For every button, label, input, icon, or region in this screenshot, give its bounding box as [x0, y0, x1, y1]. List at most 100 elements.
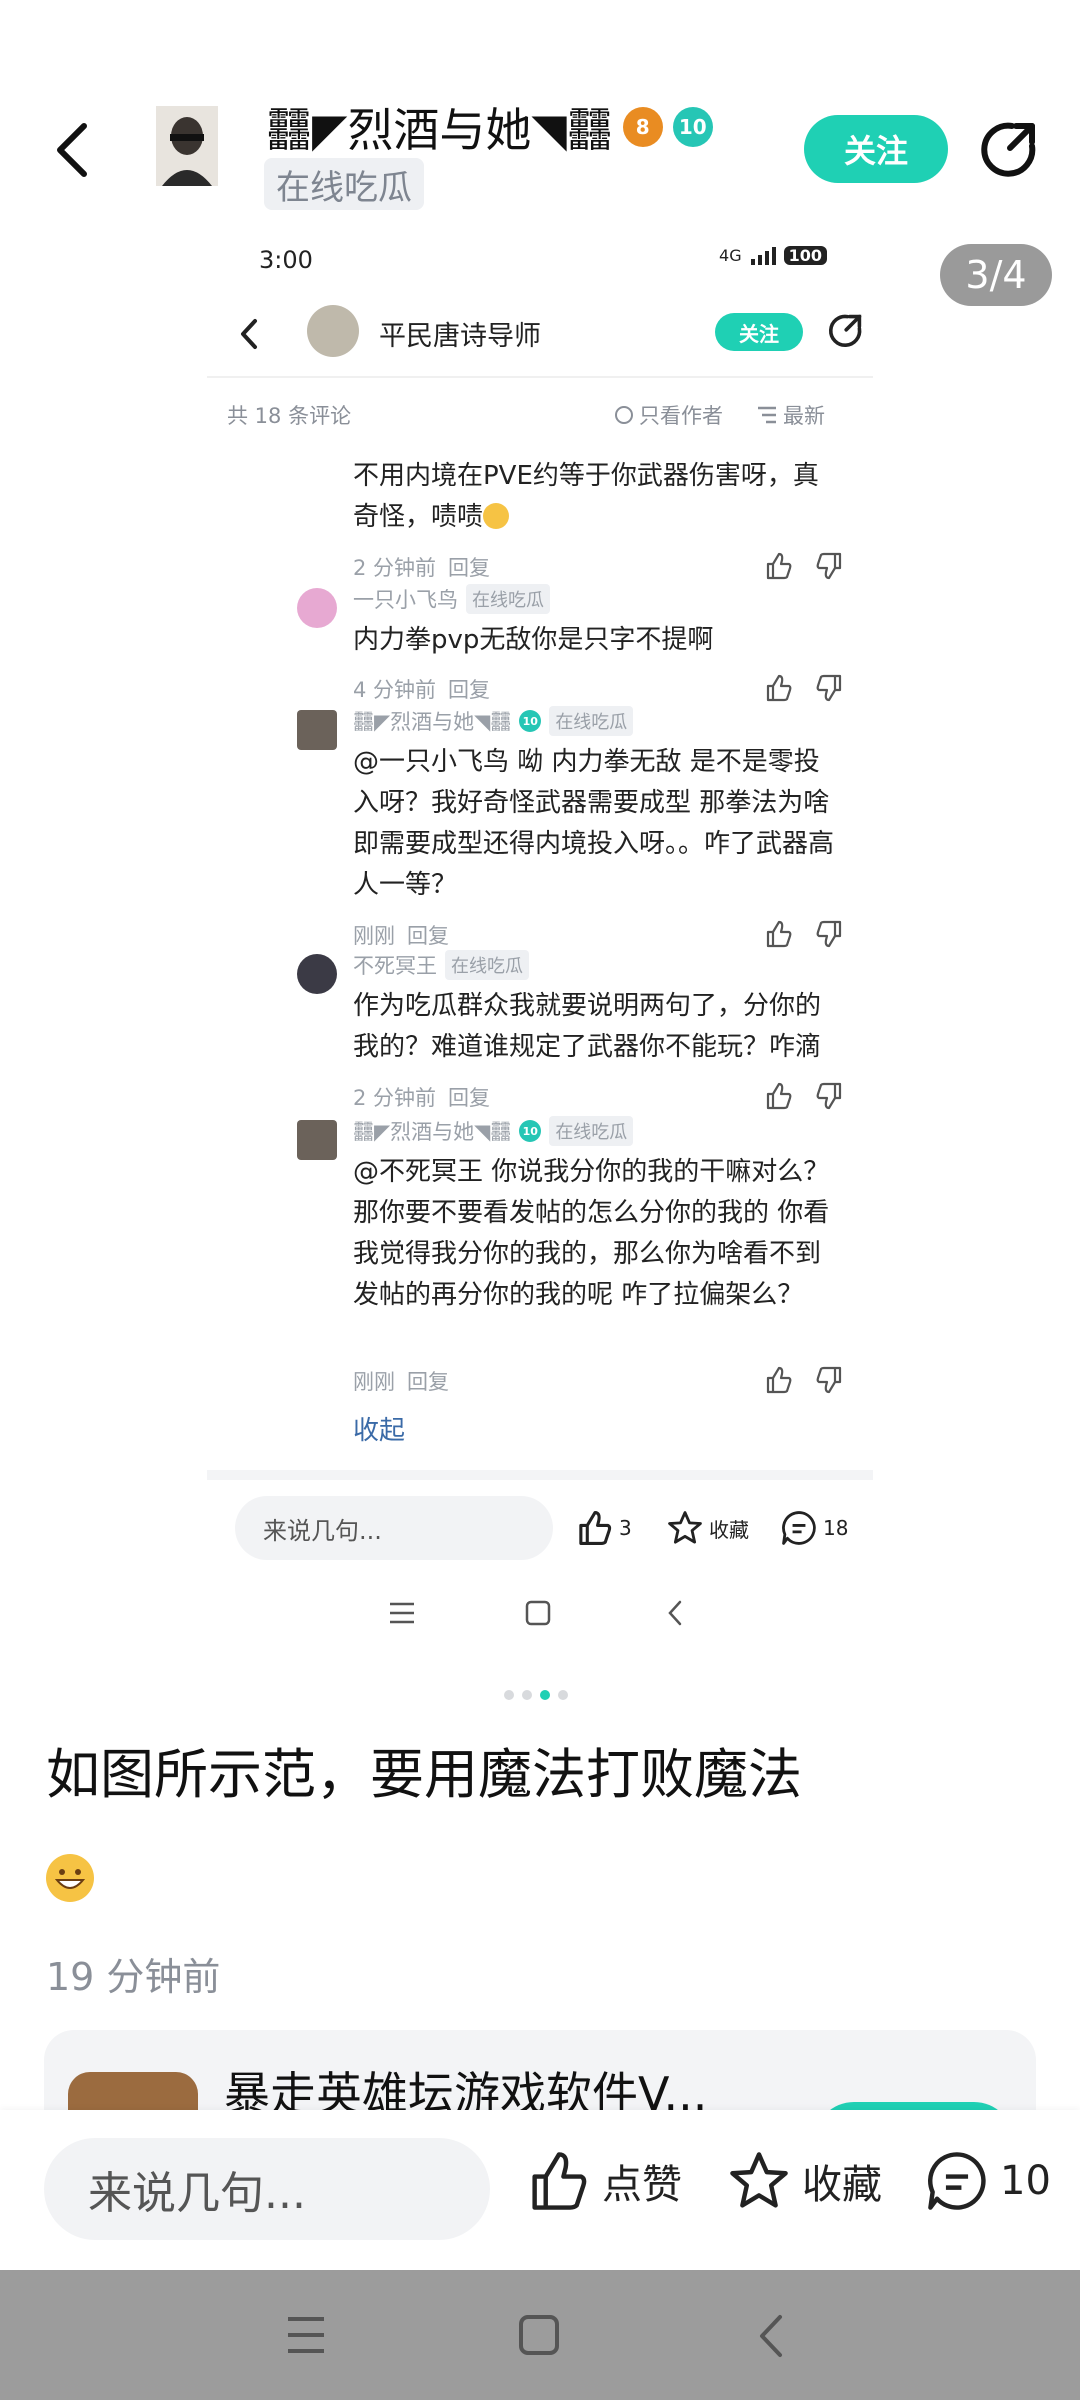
- share-icon: [828, 314, 862, 348]
- commenter-avatar: [297, 588, 337, 628]
- like-button[interactable]: 点赞: [528, 2150, 682, 2212]
- commenter-avatar: [297, 1120, 337, 1160]
- shot-newest-label: 最新: [783, 404, 825, 428]
- grin-emoji-icon: [46, 1854, 94, 1902]
- star-icon: [668, 1511, 702, 1544]
- comment-text: @不死冥王 你说我分你的我的干嘛对么？那你要不要看发帖的怎么分你的我的 你看我觉…: [353, 1157, 830, 1310]
- commenter-name: 不死冥王: [353, 954, 437, 978]
- comment-input[interactable]: 来说几句...: [44, 2138, 490, 2240]
- shot-like-count: 3: [619, 1516, 632, 1540]
- shot-comment-count-badge: 18: [823, 1516, 849, 1540]
- comment-icon: [782, 1511, 816, 1545]
- star-icon: [730, 2152, 788, 2208]
- shot-nav-bar: [207, 1580, 873, 1650]
- radio-icon: [615, 406, 633, 424]
- comment-footer: 2 分钟前 回复: [353, 552, 843, 584]
- shot-action-bar: 来说几句... 3 收藏 18: [207, 1480, 873, 1570]
- post-header: 䨻◤烈酒与她◥䨻 8 10 在线吃瓜 关注: [0, 0, 1080, 230]
- system-nav-bar: [0, 2270, 1080, 2400]
- menu-icon: [390, 1602, 414, 1624]
- thumb-up-icon: [532, 2152, 587, 2210]
- shot-comment-input: 来说几句...: [235, 1496, 553, 1560]
- commenter-name: 䨻◤烈酒与她◥䨻: [353, 1120, 512, 1144]
- comment-reply: 回复: [407, 1370, 449, 1394]
- rank-badge: 10: [672, 107, 713, 147]
- comment-footer: 4 分钟前 回复: [353, 674, 843, 706]
- comment-reactions: [765, 674, 843, 702]
- comment-time: 2 分钟前: [353, 556, 437, 580]
- favorite-label: 收藏: [802, 2162, 882, 2208]
- shot-author-name: 平民唐诗导师: [379, 321, 541, 352]
- comment-reactions: [765, 552, 843, 580]
- home-square-icon[interactable]: [518, 2314, 560, 2356]
- gallery-dot: [558, 1690, 568, 1700]
- home-square-icon: [525, 1600, 551, 1626]
- commenter-line: 䨻◤烈酒与她◥䨻 10 在线吃瓜: [353, 1116, 634, 1146]
- comment-text: 作为吃瓜群众我就要说明两句了，分你的我的？难道谁规定了武器你不能玩？咋滴: [353, 991, 822, 1062]
- shot-network: 4G: [719, 246, 742, 265]
- commenter-line: 一只小飞鸟 在线吃瓜: [353, 584, 550, 614]
- author-name[interactable]: 䨻◤烈酒与她◥䨻 8 10: [266, 94, 713, 160]
- comment-text: 不用内境在PVE约等于你武器伤害呀，真奇怪，啧啧: [353, 456, 843, 538]
- shot-like: 3: [577, 1510, 632, 1546]
- share-button[interactable]: [978, 120, 1038, 180]
- shot-comment-meta: 共 18 条评论 只看作者 最新: [227, 400, 853, 434]
- author-name-text: 䨻◤烈酒与她◥䨻: [266, 103, 613, 157]
- comment-text: @一只小飞鸟 呦 内力拳无敌 是不是零投入呀？我好奇怪武器需要成型 那拳法为啥即…: [353, 747, 835, 900]
- shot-follow-button: 关注: [715, 313, 803, 351]
- thumb-up-icon: [766, 920, 792, 948]
- signal-icon: [750, 246, 776, 265]
- chevron-left-icon: [57, 123, 87, 177]
- gallery-image[interactable]: 3:00 4G 100 平民唐诗导师 关注 共 18 条评论 只看作者 最新 不…: [207, 230, 873, 1530]
- thumb-down-icon: [816, 552, 842, 580]
- gallery-dot: [522, 1690, 532, 1700]
- comment-footer: 2 分钟前 回复: [353, 1082, 843, 1114]
- thumb-down-icon: [816, 920, 842, 948]
- comment-reactions: [765, 1082, 843, 1110]
- menu-icon[interactable]: [286, 2316, 326, 2354]
- comment-footer: 刚刚 回复: [353, 920, 843, 952]
- commenter-name: 䨻◤烈酒与她◥䨻: [353, 710, 512, 734]
- commenter-avatar: [297, 710, 337, 750]
- shot-favorite: 收藏: [667, 1510, 749, 1546]
- comment-time: 刚刚: [353, 1370, 395, 1394]
- shot-sort-newest: 最新: [757, 400, 825, 430]
- follow-button[interactable]: 关注: [804, 115, 948, 183]
- author-avatar[interactable]: [156, 106, 218, 186]
- shot-divider: [207, 376, 873, 378]
- favorite-button[interactable]: 收藏: [728, 2150, 882, 2212]
- back-nav-icon[interactable]: [758, 2314, 784, 2358]
- level-badge: 8: [622, 107, 663, 147]
- thumb-up-icon: [766, 1366, 792, 1394]
- commenter-name: 一只小飞鸟: [353, 588, 458, 612]
- shot-only-author-label: 只看作者: [639, 404, 723, 428]
- post-title: 如图所示范，要用魔法打败魔法: [46, 1743, 802, 1806]
- shot-battery: 100: [783, 246, 827, 265]
- chevron-left-icon: [241, 319, 257, 349]
- shot-only-author: 只看作者: [615, 400, 723, 430]
- comments-button[interactable]: 10: [926, 2150, 1051, 2212]
- commenter-tag: 在线吃瓜: [466, 584, 550, 614]
- thumb-up-icon: [579, 1511, 612, 1545]
- shot-status-bar: 3:00 4G 100: [259, 246, 827, 276]
- comment-time: 2 分钟前: [353, 1086, 437, 1110]
- emoji-icon: [483, 503, 510, 529]
- comment-time: 4 分钟前: [353, 678, 437, 702]
- commenter-tag: 在线吃瓜: [445, 950, 529, 980]
- thumb-up-icon: [766, 674, 792, 702]
- comment-reply: 回复: [448, 678, 491, 702]
- thumb-down-icon: [816, 1082, 842, 1110]
- rank-badge: 10: [519, 1120, 542, 1142]
- share-icon: [981, 122, 1036, 177]
- thumb-up-icon: [766, 1082, 792, 1110]
- back-button[interactable]: [44, 112, 100, 188]
- page-counter: 3/4: [940, 244, 1052, 306]
- comment-reactions: [765, 920, 843, 948]
- shot-favorite-label: 收藏: [709, 1517, 749, 1542]
- shot-header: 平民唐诗导师 关注: [219, 300, 873, 370]
- comment-count: 10: [1000, 2158, 1051, 2204]
- commenter-tag: 在线吃瓜: [549, 706, 634, 736]
- thumb-up-icon: [766, 552, 792, 580]
- shot-comment-count: 共 18 条评论: [227, 404, 352, 428]
- author-tag: 在线吃瓜: [264, 158, 424, 210]
